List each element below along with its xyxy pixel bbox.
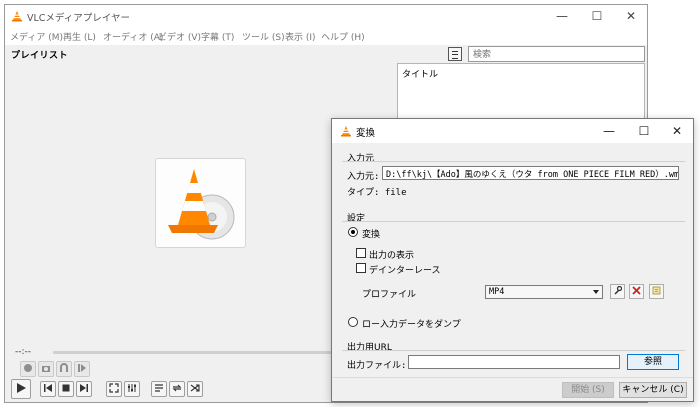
menu-tools[interactable]: ツール (S)	[242, 30, 285, 43]
window-title: VLCメディアプレイヤー	[27, 13, 130, 24]
next-icon	[79, 383, 89, 396]
main-titlebar: VLCメディアプレイヤー — ☐ ✕	[5, 5, 647, 27]
record-icon	[23, 363, 33, 376]
next-button[interactable]	[76, 381, 92, 397]
menu-help[interactable]: ヘルプ (H)	[321, 30, 365, 43]
delete-icon	[632, 285, 641, 298]
convert-radio-label: 変換	[362, 230, 381, 240]
playlist-icon	[154, 383, 164, 396]
destination-section-title: 出力用URL	[347, 343, 392, 353]
output-file-input[interactable]	[408, 355, 620, 369]
menubar: メディア (M) 再生 (L) オーディオ (A) ビデオ (V) 字幕 (T)…	[5, 27, 647, 45]
new-profile-button[interactable]	[649, 284, 664, 299]
dialog-minimize-button[interactable]: —	[592, 119, 626, 143]
loop-button[interactable]	[169, 381, 185, 397]
start-button[interactable]: 開始 (S)	[562, 382, 614, 398]
settings-section-title: 設定	[347, 214, 366, 224]
loop-ab-button[interactable]	[56, 361, 72, 377]
fullscreen-icon	[109, 382, 119, 396]
menu-video[interactable]: ビデオ (V)	[158, 30, 201, 43]
menu-media[interactable]: メディア (M)	[10, 30, 63, 43]
source-label: 入力元:	[347, 172, 380, 182]
previous-icon	[43, 383, 53, 396]
new-profile-icon	[652, 286, 661, 298]
source-path-field[interactable]: D:\ff\kj\【Ado】風のゆくえ（ウタ from ONE PIECE FI…	[382, 166, 679, 180]
time-display: --:--	[15, 347, 32, 357]
dump-raw-radio[interactable]	[348, 317, 358, 327]
menu-playback[interactable]: 再生 (L)	[63, 30, 96, 43]
profile-select-value: MP4	[489, 287, 505, 297]
dialog-title: 変換	[356, 128, 376, 139]
vlc-cone-icon	[340, 125, 352, 140]
dialog-footer: 開始 (S) キャンセル (C)	[332, 377, 693, 401]
deinterlace-label: デインターレース	[369, 266, 441, 276]
dialog-close-button[interactable]: ✕	[660, 119, 694, 143]
convert-dialog: 変換 — ☐ ✕ 入力元 入力元: D:\ff\kj\【Ado】風のゆくえ（ウタ…	[331, 118, 694, 402]
snapshot-icon	[41, 363, 51, 376]
vlc-logo-art	[155, 158, 246, 248]
play-button[interactable]	[11, 379, 31, 399]
frame-step-icon	[77, 363, 87, 376]
column-header-title[interactable]: タイトル	[402, 67, 438, 80]
dialog-titlebar: 変換 — ☐ ✕	[332, 119, 693, 143]
search-input[interactable]	[468, 46, 645, 62]
shuffle-button[interactable]	[187, 381, 203, 397]
fullscreen-button[interactable]	[106, 381, 122, 397]
output-file-label: 出力ファイル:	[347, 361, 407, 371]
close-button[interactable]: ✕	[614, 5, 648, 27]
source-divider	[342, 161, 685, 162]
extended-settings-icon	[127, 383, 137, 396]
maximize-button[interactable]: ☐	[580, 5, 614, 27]
stop-icon	[61, 383, 71, 396]
source-section-title: 入力元	[347, 154, 375, 164]
cancel-button[interactable]: キャンセル (C)	[619, 382, 687, 398]
menu-audio[interactable]: オーディオ (A)	[103, 30, 163, 43]
chevron-down-icon	[593, 290, 599, 294]
wrench-icon	[613, 285, 623, 298]
dialog-maximize-button[interactable]: ☐	[627, 119, 661, 143]
menu-view[interactable]: 表示 (I)	[285, 30, 316, 43]
playlist-title: プレイリスト	[11, 51, 69, 61]
dump-raw-label: ロー入力データをダンプ	[362, 320, 461, 330]
show-output-checkbox[interactable]	[356, 248, 366, 258]
playlist-button[interactable]	[151, 381, 167, 397]
show-output-label: 出力の表示	[369, 251, 415, 261]
loop-icon	[172, 383, 182, 396]
menu-subtitle[interactable]: 字幕 (T)	[201, 30, 234, 43]
edit-profile-button[interactable]	[610, 284, 625, 299]
stop-button[interactable]	[58, 381, 74, 397]
destination-divider	[342, 350, 685, 351]
seek-slider[interactable]	[53, 351, 343, 354]
record-button[interactable]	[20, 361, 36, 377]
browse-button[interactable]: 参照	[627, 354, 679, 370]
source-type: タイプ: file	[347, 188, 407, 198]
frame-step-button[interactable]	[74, 361, 90, 377]
shuffle-icon	[190, 383, 200, 396]
delete-profile-button[interactable]	[629, 284, 644, 299]
playlist-view-icon[interactable]	[448, 47, 462, 61]
extended-settings-button[interactable]	[124, 381, 140, 397]
vlc-cone-icon	[11, 10, 23, 25]
settings-divider	[342, 221, 685, 222]
minimize-button[interactable]: —	[545, 5, 579, 27]
play-icon	[15, 382, 27, 397]
previous-button[interactable]	[40, 381, 56, 397]
deinterlace-checkbox[interactable]	[356, 263, 366, 273]
profile-label: プロファイル	[362, 290, 417, 300]
snapshot-button[interactable]	[38, 361, 54, 377]
loop-ab-icon	[59, 362, 69, 376]
convert-radio[interactable]	[348, 227, 358, 237]
profile-select[interactable]: MP4	[485, 285, 603, 299]
